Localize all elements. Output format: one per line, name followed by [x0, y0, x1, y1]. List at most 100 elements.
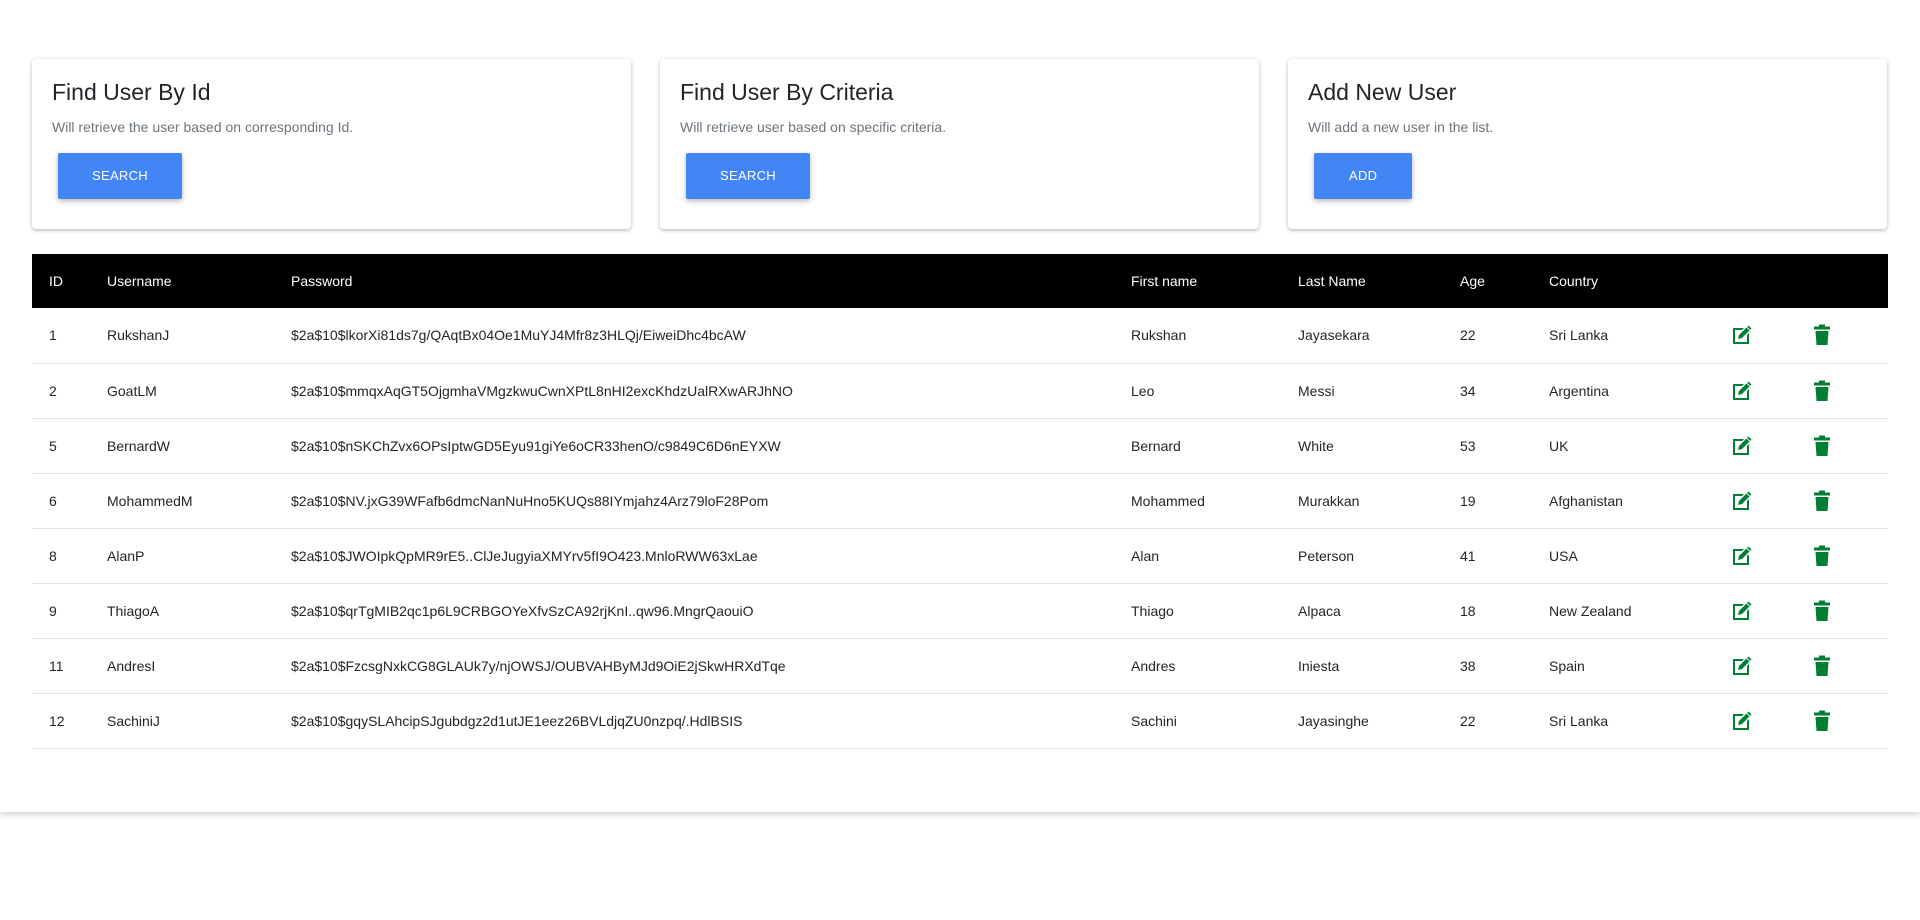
cell-first-name: Thiago [1131, 583, 1298, 639]
table-row: 11 AndresI $2a$10$FzcsgNxkCG8GLAUk7y/njOWS… [32, 638, 1888, 694]
edit-icon[interactable] [1728, 597, 1756, 625]
cell-first-name: Andres [1131, 638, 1298, 694]
cell-last-name: White [1298, 418, 1460, 474]
trash-icon[interactable] [1808, 652, 1836, 680]
column-header-id: ID [49, 273, 63, 289]
cell-last-name: Murakkan [1298, 473, 1460, 529]
edit-cell [1728, 308, 1808, 364]
users-table: ID Username Password First name Last Nam… [32, 254, 1888, 749]
table-row: 9 ThiagoA $2a$10$qrTgMIB2qc1p6L9CRBGOYeXfv… [32, 583, 1888, 639]
cell-country: Afghanistan [1549, 473, 1728, 529]
trash-icon[interactable] [1808, 377, 1836, 405]
cell-id: 1 [32, 308, 107, 364]
table-row: 1 RukshanJ $2a$10$lkorXi81ds7g/QAqtBx04Oe1… [32, 308, 1888, 364]
cell-age: 22 [1460, 693, 1549, 749]
cell-last-name: Jayasinghe [1298, 693, 1460, 749]
add-new-user-card: Add New User Will add a new user in the … [1288, 59, 1887, 229]
card-title: Find User By Criteria [680, 79, 894, 105]
edit-cell [1728, 693, 1808, 749]
add-user-button[interactable]: ADD [1314, 152, 1413, 199]
cell-username: RukshanJ [107, 308, 291, 364]
cell-id: 12 [32, 693, 107, 749]
card-row: Find User By Id Will retrieve the user b… [32, 59, 1888, 229]
edit-icon[interactable] [1728, 542, 1756, 570]
cell-age: 22 [1460, 308, 1549, 364]
cell-first-name: Leo [1131, 363, 1298, 419]
delete-cell [1808, 363, 1888, 419]
cell-age: 19 [1460, 473, 1549, 529]
cell-last-name: Alpaca [1298, 583, 1460, 639]
column-header-username: Username [107, 273, 172, 289]
edit-cell [1728, 638, 1808, 694]
cell-id: 11 [32, 638, 107, 694]
column-header-password: Password [291, 273, 353, 289]
edit-icon[interactable] [1728, 652, 1756, 680]
column-header-delete [1808, 254, 1888, 308]
delete-cell [1808, 473, 1888, 529]
search-by-id-button[interactable]: SEARCH [58, 152, 182, 199]
column-header-edit [1728, 254, 1808, 308]
cell-last-name: Jayasekara [1298, 308, 1460, 364]
cell-username: MohammedM [107, 473, 291, 529]
find-user-by-criteria-card: Find User By Criteria Will retrieve user… [660, 59, 1259, 229]
table-row: 6 MohammedM $2a$10$NV.jxG39WFafb6dmcNanNuH… [32, 473, 1888, 529]
cell-id: 5 [32, 418, 107, 474]
cell-last-name: Peterson [1298, 528, 1460, 584]
column-header-age: Age [1460, 273, 1485, 289]
cell-username: SachiniJ [107, 693, 291, 749]
cell-first-name: Alan [1131, 528, 1298, 584]
column-header-last-name: Last Name [1298, 273, 1366, 289]
trash-icon[interactable] [1808, 432, 1836, 460]
search-by-criteria-button[interactable]: SEARCH [686, 152, 810, 199]
edit-icon[interactable] [1728, 432, 1756, 460]
edit-cell [1728, 528, 1808, 584]
edit-icon[interactable] [1728, 377, 1756, 405]
cell-last-name: Iniesta [1298, 638, 1460, 694]
edit-icon[interactable] [1728, 707, 1756, 735]
cell-id: 6 [32, 473, 107, 529]
delete-cell [1808, 308, 1888, 364]
edit-icon[interactable] [1728, 321, 1756, 349]
column-header-first-name: First name [1131, 273, 1198, 289]
trash-icon[interactable] [1808, 542, 1836, 570]
trash-icon[interactable] [1808, 321, 1836, 349]
edit-cell [1728, 418, 1808, 474]
cell-username: ThiagoA [107, 583, 291, 639]
edit-cell [1728, 583, 1808, 639]
cell-age: 41 [1460, 528, 1549, 584]
delete-cell [1808, 638, 1888, 694]
cell-age: 38 [1460, 638, 1549, 694]
cell-id: 9 [32, 583, 107, 639]
edit-icon[interactable] [1728, 487, 1756, 515]
cell-last-name: Messi [1298, 363, 1460, 419]
cell-password: $2a$10$JWOIpkQpMR9rE5..ClJeJugyiaXMYrv5f… [291, 528, 1131, 584]
trash-icon[interactable] [1808, 597, 1836, 625]
page: Find User By Id Will retrieve the user b… [0, 0, 1920, 812]
cell-first-name: Rukshan [1131, 308, 1298, 364]
table-row: 12 SachiniJ $2a$10$gqySLAhcipSJgubdgz2d1ut… [32, 693, 1888, 749]
card-description: Will retrieve the user based on correspo… [52, 118, 354, 135]
cell-country: Sri Lanka [1549, 308, 1728, 364]
table-row: 8 AlanP $2a$10$JWOIpkQpMR9rE5..ClJeJugyiaX… [32, 528, 1888, 584]
card-description: Will retrieve user based on specific cri… [680, 118, 947, 135]
find-user-by-id-card: Find User By Id Will retrieve the user b… [32, 59, 631, 229]
cell-password: $2a$10$mmqxAqGT5OjgmhaVMgzkwuCwnXPtL8nHI… [291, 363, 1131, 419]
edit-cell [1728, 473, 1808, 529]
cell-country: New Zealand [1549, 583, 1728, 639]
cell-country: Spain [1549, 638, 1728, 694]
cell-password: $2a$10$nSKChZvx6OPsIptwGD5Eyu91giYe6oCR3… [291, 418, 1131, 474]
cell-password: $2a$10$gqySLAhcipSJgubdgz2d1utJE1eez26BV… [291, 693, 1131, 749]
cell-id: 8 [32, 528, 107, 584]
cell-password: $2a$10$qrTgMIB2qc1p6L9CRBGOYeXfvSzCA92rj… [291, 583, 1131, 639]
cell-first-name: Mohammed [1131, 473, 1298, 529]
table-header-row: ID Username Password First name Last Nam… [32, 254, 1888, 308]
cell-first-name: Bernard [1131, 418, 1298, 474]
delete-cell [1808, 693, 1888, 749]
card-description: Will add a new user in the list. [1308, 118, 1494, 135]
cell-username: AndresI [107, 638, 291, 694]
cell-username: BernardW [107, 418, 291, 474]
trash-icon[interactable] [1808, 487, 1836, 515]
trash-icon[interactable] [1808, 707, 1836, 735]
cell-password: $2a$10$FzcsgNxkCG8GLAUk7y/njOWSJ/OUBVAHB… [291, 638, 1131, 694]
cell-country: Sri Lanka [1549, 693, 1728, 749]
